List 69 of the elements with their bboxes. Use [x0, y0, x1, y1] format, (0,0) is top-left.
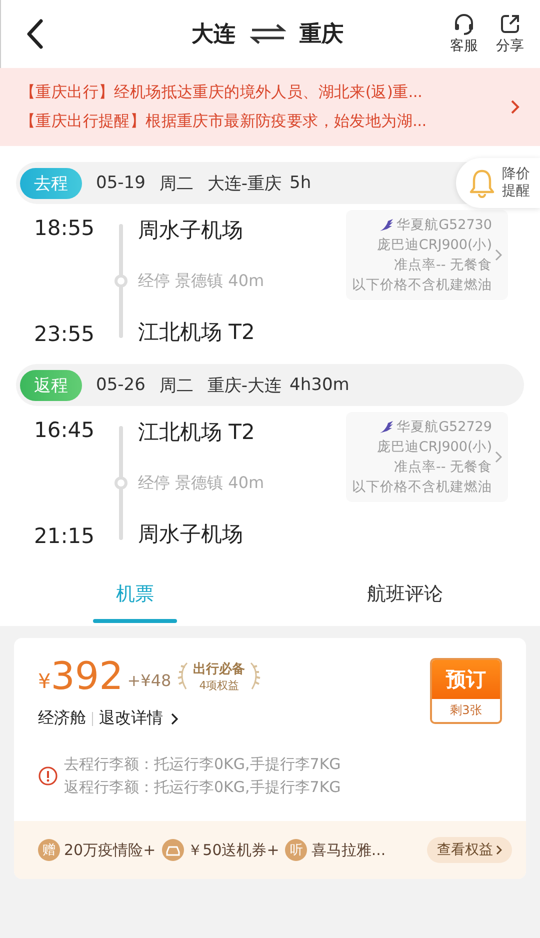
- segment-weekday: 周二: [159, 374, 194, 396]
- stopover-text: 经停 景德镇 40m: [138, 472, 266, 494]
- back-button[interactable]: [25, 18, 45, 50]
- wing-icon: [378, 420, 394, 434]
- price: 392: [50, 654, 124, 698]
- punctuality-meal: 准点率-- 无餐食: [394, 256, 492, 274]
- extra-fee: +¥48: [127, 670, 172, 690]
- share-button[interactable]: 分享: [496, 13, 524, 55]
- swap-icon: [250, 24, 286, 44]
- currency-symbol: ¥: [38, 669, 51, 693]
- arrival-airport: 周水子机场: [138, 521, 244, 548]
- departure-airport: 周水子机场: [138, 217, 244, 244]
- origin-city: 大连: [192, 21, 236, 49]
- headset-icon: [453, 13, 475, 35]
- segment-weekday: 周二: [159, 172, 194, 194]
- back-icon: [25, 18, 45, 50]
- refund-details-link[interactable]: 退改详情: [99, 708, 179, 729]
- perk-subtitle: 4项权益: [199, 678, 240, 692]
- stopover-text: 经停 景德镇 40m: [138, 270, 266, 292]
- gift-text: 喜马拉雅...: [311, 840, 386, 860]
- customer-service-button[interactable]: 客服: [450, 13, 478, 55]
- tab[interactable]: 航班评论: [270, 566, 540, 626]
- book-button[interactable]: 预订 剩3张: [430, 658, 502, 724]
- aircraft-type: 庞巴迪CRJ900(小): [376, 236, 492, 254]
- view-benefits-button[interactable]: 查看权益: [427, 837, 512, 863]
- flight-number: 华夏航G52730: [396, 216, 492, 234]
- share-icon: [499, 13, 521, 35]
- chevron-right-icon: [510, 99, 520, 115]
- destination-city: 重庆: [300, 21, 344, 49]
- chevron-right-icon: [171, 712, 179, 724]
- wing-icon: [378, 218, 394, 232]
- trip-tag: 去程: [20, 168, 82, 198]
- departure-time: 16:45: [34, 418, 96, 442]
- baggage-allowance: 去程行李额：托运行李0KG,手提行李7KG: [64, 755, 341, 774]
- gift-badge: 听: [285, 839, 308, 861]
- price-alert-button[interactable]: 降价提醒: [456, 158, 540, 208]
- chevron-right-icon: [496, 845, 502, 855]
- segment-date: 05-26: [96, 375, 146, 395]
- notice-text: 【重庆出行提醒】根据重庆市最新防疫要求，始发地为湖...: [20, 111, 428, 132]
- arrival-time: 23:55: [34, 322, 96, 346]
- flight-number: 华夏航G52729: [396, 418, 492, 436]
- chevron-right-icon: [495, 249, 502, 261]
- laurel-icon: [177, 661, 190, 691]
- departure-airport: 江北机场 T2: [138, 419, 256, 446]
- price-note: 以下价格不含机建燃油: [352, 478, 492, 496]
- cabin-class: 经济舱: [38, 708, 86, 729]
- notice-banner[interactable]: 【重庆出行】经机场抵达重庆的境外人员、湖北来(返)重... 【重庆出行提醒】根据重庆市最新防疫要求，始发地为湖...: [0, 68, 540, 146]
- trip-tag: 返程: [20, 370, 82, 400]
- perk-title: 出行必备: [193, 660, 246, 678]
- aircraft-type: 庞巴迪CRJ900(小): [376, 438, 492, 456]
- bell-icon: [468, 168, 496, 198]
- notice-text: 【重庆出行】经机场抵达重庆的境外人员、湖北来(返)重...: [20, 82, 424, 103]
- gift-text: ￥50送机券+: [188, 840, 280, 860]
- gift-text: 20万疫情险+: [64, 840, 156, 860]
- baggage-allowance: 返程行李额：托运行李0KG,手提行李7KG: [64, 778, 341, 797]
- gift-badge: 赠: [38, 839, 60, 861]
- segment-route: 重庆-大连: [207, 374, 282, 396]
- segment-route: 大连-重庆: [207, 172, 282, 194]
- chevron-right-icon: [495, 451, 502, 463]
- departure-time: 18:55: [34, 216, 96, 240]
- warning-icon: [38, 766, 58, 786]
- price-note: 以下价格不含机建燃油: [352, 276, 492, 294]
- arrival-airport: 江北机场 T2: [138, 319, 256, 346]
- segment-date: 05-19: [96, 173, 146, 193]
- punctuality-meal: 准点率-- 无餐食: [394, 458, 492, 476]
- segment-duration: 4h30m: [290, 375, 350, 395]
- laurel-icon: [249, 661, 262, 691]
- segment-duration: 5h: [290, 173, 312, 193]
- arrival-time: 21:15: [34, 524, 96, 548]
